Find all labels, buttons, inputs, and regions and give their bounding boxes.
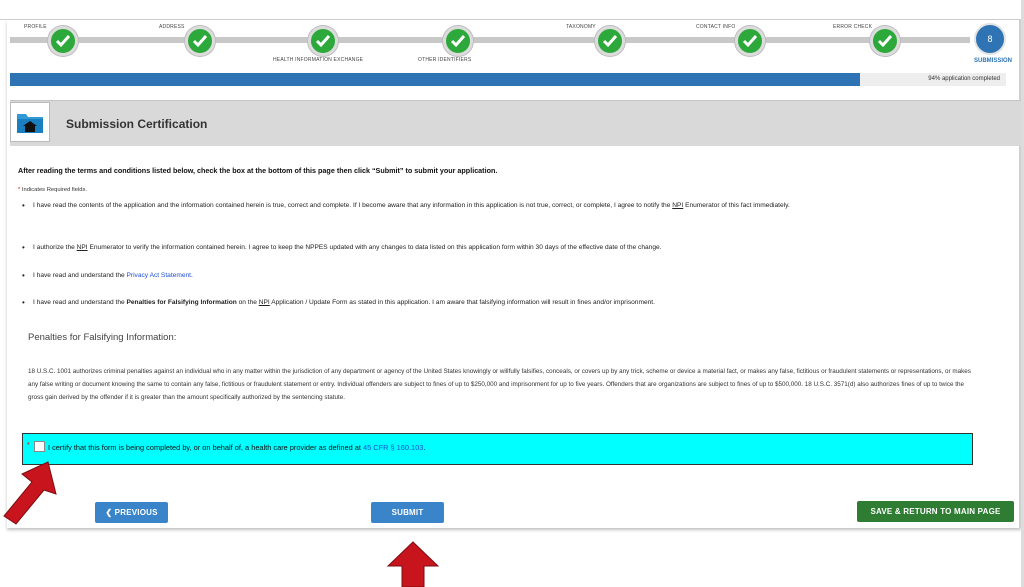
privacy-act-link[interactable]: Privacy Act Statement (126, 272, 191, 279)
required-note-text: Indicates Required fields. (20, 187, 87, 193)
annotation-arrow-icon (386, 541, 440, 587)
cfr-link[interactable]: 45 CFR § 160.103 (363, 443, 423, 452)
npi-abbr: NPI (258, 299, 270, 306)
list-item: I authorize the NPI Enumerator to verify… (20, 242, 970, 254)
term-text: I authorize the (33, 244, 77, 251)
certify-label: I certify that this form is being comple… (48, 443, 363, 452)
check-icon (315, 35, 331, 48)
list-item: I have read and understand the Penalties… (20, 297, 970, 309)
step-label-error-check: ERROR CHECK (833, 24, 873, 30)
required-note: * Indicates Required fields. (18, 187, 87, 193)
step-taxonomy[interactable] (595, 26, 625, 56)
term-text: Application / Update Form as stated in t… (269, 299, 655, 306)
step-label-profile: PROFILE (24, 24, 47, 30)
stepper-track (10, 37, 970, 43)
folder-home-icon (10, 102, 50, 142)
previous-button[interactable]: ❮ PREVIOUS (95, 502, 168, 523)
npi-abbr: NPI (76, 244, 88, 251)
step-label-taxonomy: TAXONOMY (566, 24, 596, 30)
penalties-body: 18 U.S.C. 1001 authorizes criminal penal… (28, 368, 971, 401)
step-health-information-exchange[interactable] (308, 26, 338, 56)
step-profile[interactable] (48, 26, 78, 56)
term-text: I have read and understand the (33, 272, 127, 279)
term-text: I have read and understand the (33, 299, 127, 306)
page-title: Submission Certification (66, 117, 208, 131)
check-icon (742, 35, 758, 48)
save-return-button[interactable]: SAVE & RETURN TO MAIN PAGE (857, 501, 1014, 522)
term-text: on the (236, 299, 259, 306)
screenshot-frame: PROFILE ADDRESS HEALTH INFORMATION EXCHA… (0, 0, 1024, 587)
step-submission[interactable]: 8 (974, 23, 1006, 55)
step-other-identifiers[interactable] (443, 26, 473, 56)
npi-abbr: NPI (672, 202, 684, 209)
progress-fill (10, 73, 860, 86)
term-text: Enumerator of this fact immediately. (683, 202, 790, 209)
step-label-other-identifiers: OTHER IDENTIFIERS (418, 57, 472, 63)
check-icon (450, 35, 466, 48)
step-address[interactable] (185, 26, 215, 56)
certify-checkbox[interactable] (34, 441, 45, 452)
certify-text: I certify that this form is being comple… (48, 443, 425, 452)
step-error-check[interactable] (870, 26, 900, 56)
annotation-arrow-icon (3, 461, 57, 525)
step-label-hie: HEALTH INFORMATION EXCHANGE (273, 57, 364, 63)
step-contact-info[interactable] (735, 26, 765, 56)
check-icon (55, 35, 71, 48)
list-item: I have read the contents of the applicat… (20, 200, 970, 212)
check-icon (602, 35, 618, 48)
term-text: . (190, 272, 193, 279)
progress-text: 94% application completed (928, 76, 1000, 82)
step-label-contact-info: CONTACT INFO (696, 24, 736, 30)
penalties-bold: Penalties for Falsifying Information (126, 299, 237, 306)
term-text: Enumerator to verify the information con… (87, 244, 662, 251)
check-icon (877, 35, 893, 48)
penalties-title: Penalties for Falsifying Information: (28, 332, 177, 343)
check-icon (192, 35, 208, 48)
progress-bar: 94% application completed (10, 73, 1006, 86)
step-label-submission: SUBMISSION (974, 58, 1013, 64)
certify-end: . (423, 443, 426, 452)
certify-required-star: * (27, 442, 30, 449)
step-label-address: ADDRESS (159, 24, 185, 30)
intro-text: After reading the terms and conditions l… (18, 166, 498, 175)
submit-button[interactable]: SUBMIT (371, 502, 444, 523)
term-text: I have read the contents of the applicat… (33, 202, 673, 209)
list-item: I have read and understand the Privacy A… (20, 270, 970, 282)
